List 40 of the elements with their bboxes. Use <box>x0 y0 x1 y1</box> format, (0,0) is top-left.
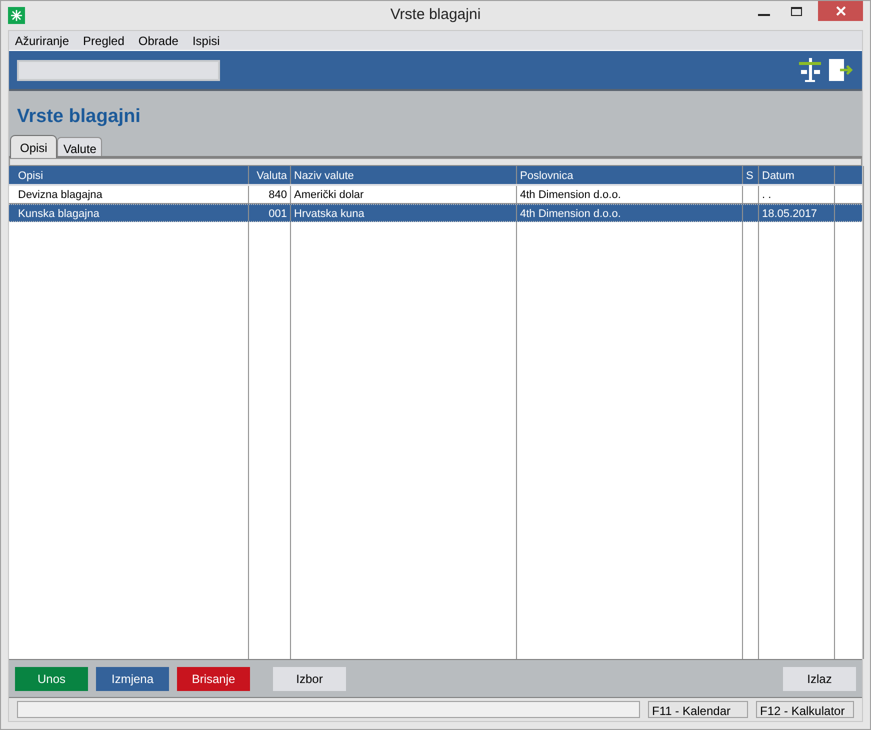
table-cell: Američki dolar <box>294 189 364 201</box>
table-cell: 4th Dimension d.o.o. <box>520 208 621 220</box>
tab[interactable]: Opisi <box>10 135 58 158</box>
close-icon <box>836 6 846 16</box>
table-cell: Kunska blagajna <box>18 208 100 220</box>
menu-item[interactable]: Obrade <box>138 32 178 50</box>
table-cell: Devizna blagajna <box>18 189 102 201</box>
action-button[interactable]: Izbor <box>273 666 346 690</box>
page-heading: Vrste blagajni <box>16 105 142 129</box>
table-row[interactable]: Kunska blagajna 001 Hrvatska kuna 4th Dimension d.o.o. 18.05.2017 <box>9 204 862 222</box>
menu-item[interactable]: Ažuriranje <box>15 32 70 50</box>
column-header[interactable]: Naziv valute <box>291 166 517 184</box>
column-header[interactable]: Datum <box>759 166 835 184</box>
tab[interactable]: Valute <box>57 137 102 156</box>
status-panel[interactable]: F11 - Kalendar <box>648 701 748 718</box>
table-cell: 4th Dimension d.o.o. <box>520 189 621 201</box>
table-cell: 001 <box>268 208 287 220</box>
window-title: Vrste blagajni <box>390 5 481 26</box>
table-cell: . . <box>762 189 772 201</box>
menu-item[interactable]: Ispisi <box>192 32 220 50</box>
action-button[interactable]: Unos <box>15 666 88 690</box>
menu-item[interactable]: Pregled <box>83 32 124 50</box>
table-cell: 18.05.2017 <box>762 208 818 220</box>
table-cell: 840 <box>268 189 287 201</box>
exit-icon[interactable] <box>829 59 854 81</box>
action-button[interactable]: Izmjena <box>96 666 169 690</box>
signpost-icon[interactable] <box>799 58 821 82</box>
status-panel[interactable]: F12 - Kalkulator <box>756 701 854 718</box>
table-cell: Hrvatska kuna <box>294 208 364 220</box>
column-header[interactable]: Valuta <box>249 166 291 184</box>
action-button[interactable]: Brisanje <box>177 666 250 690</box>
column-header[interactable]: S <box>743 166 759 184</box>
column-header[interactable]: Poslovnica <box>517 166 743 184</box>
action-button[interactable]: Izlaz <box>783 666 856 690</box>
close-button[interactable] <box>818 1 863 21</box>
search-field[interactable] <box>17 60 220 80</box>
app-icon <box>8 7 25 24</box>
column-header[interactable]: Opisi <box>9 166 249 184</box>
maximize-icon[interactable] <box>791 7 802 16</box>
table-row[interactable]: Devizna blagajna 840 Američki dolar 4th Dimension d.o.o. . . <box>9 186 862 204</box>
